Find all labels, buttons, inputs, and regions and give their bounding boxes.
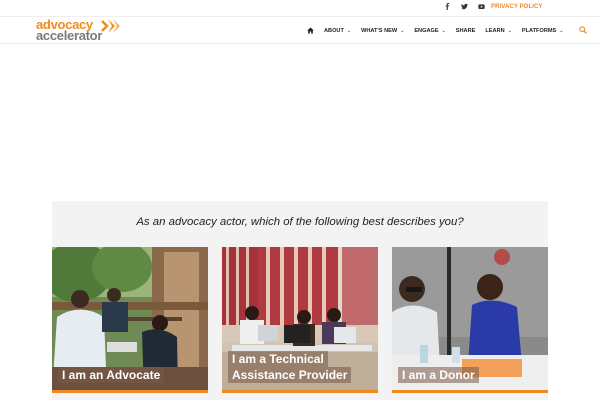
nav-label: WHAT'S NEW (361, 27, 398, 34)
privacy-policy-link[interactable]: PRIVACY POLICY (491, 4, 543, 10)
card-label: I am an Advocate (58, 367, 165, 383)
nav-label: LEARN (485, 27, 505, 34)
nav-platforms[interactable]: PLATFORMS ⌄ (522, 28, 564, 34)
card-label: I am a Donor (398, 367, 479, 383)
social-links (444, 3, 485, 10)
search-icon[interactable] (579, 26, 587, 34)
chevron-down-icon: ⌄ (346, 27, 352, 34)
card-technical-assistance-provider[interactable]: I am a Technical Assistance Provider (222, 247, 378, 393)
persona-panel: As an advocacy actor, which of the follo… (52, 201, 548, 400)
main-nav: ABOUT ⌄ WHAT'S NEW ⌄ ENGAGE ⌄ SHARE LEARN ⌄ … (307, 27, 573, 34)
chevron-down-icon: ⌄ (400, 27, 405, 34)
chevron-down-icon: ⌄ (559, 27, 564, 34)
facebook-icon[interactable] (444, 3, 451, 10)
card-advocate[interactable]: I am an Advocate (52, 247, 208, 393)
card-accent-bar (222, 390, 378, 393)
card-donor[interactable]: I am a Donor (392, 247, 548, 393)
home-icon[interactable] (307, 27, 314, 34)
card-accent-bar (52, 390, 208, 393)
nav-share[interactable]: SHARE (456, 28, 476, 34)
nav-learn[interactable]: LEARN ⌄ (485, 28, 511, 34)
logo[interactable]: advocacy accelerator (36, 18, 120, 43)
persona-question: As an advocacy actor, which of the follo… (136, 216, 464, 228)
nav-label: ABOUT (324, 27, 344, 34)
top-bar: PRIVACY POLICY (0, 0, 600, 17)
chevron-down-icon: ⌄ (507, 27, 512, 34)
nav-label: ENGAGE (414, 27, 439, 34)
logo-chevrons-icon (101, 19, 120, 33)
nav-about[interactable]: ABOUT ⌄ (324, 28, 351, 34)
nav-whats-new[interactable]: WHAT'S NEW ⌄ (361, 28, 404, 34)
nav-label: PLATFORMS (521, 27, 557, 34)
card-accent-bar (392, 390, 548, 393)
card-label: I am a Technical (228, 351, 328, 367)
nav-label: SHARE (455, 27, 476, 34)
chevron-down-icon: ⌄ (441, 27, 446, 34)
card-label: Assistance Provider (228, 367, 352, 383)
nav-engage[interactable]: ENGAGE ⌄ (414, 28, 445, 34)
youtube-icon[interactable] (478, 3, 485, 10)
logo-line-2: accelerator (36, 28, 103, 43)
site-header: advocacy accelerator ABOUT ⌄ WHAT'S NEW ⌄ … (0, 17, 600, 44)
twitter-icon[interactable] (461, 3, 468, 10)
